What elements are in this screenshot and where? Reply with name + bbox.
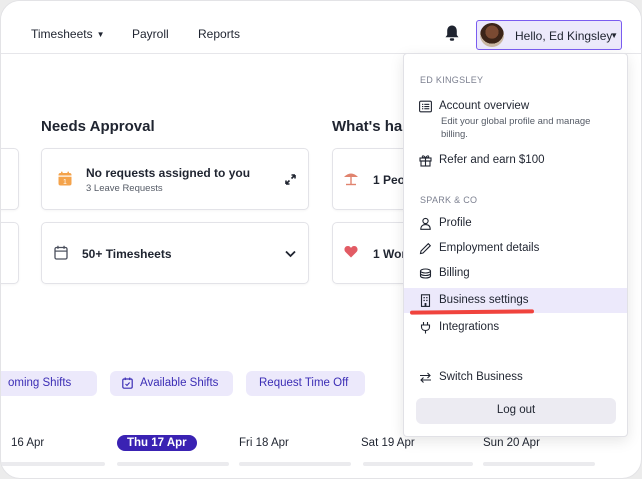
list-icon <box>419 100 432 113</box>
user-dropdown-menu: ED KINGSLEY Account overview Edit your g… <box>403 53 628 437</box>
request-time-off-button[interactable]: Request Time Off <box>246 371 365 396</box>
top-navigation: Timesheets ▼ Payroll Reports Hello, Ed Ki… <box>1 1 641 54</box>
chevron-down-icon[interactable] <box>285 250 296 258</box>
plug-icon <box>420 322 431 334</box>
card-title: No requests assigned to you <box>86 166 251 180</box>
section-heading-account: ED KINGSLEY <box>420 75 484 85</box>
card-partial-left <box>1 222 19 284</box>
menu-item-refer[interactable]: Refer and earn $100 <box>404 150 627 172</box>
svg-text:1: 1 <box>63 179 67 186</box>
avatar <box>480 23 504 47</box>
card-title: 50+ Timesheets <box>82 247 172 261</box>
day-column-bar <box>239 462 351 466</box>
needs-approval-title: Needs Approval <box>41 118 155 135</box>
nav-timesheets[interactable]: Timesheets ▼ <box>31 27 105 41</box>
menu-item-switch-business[interactable]: Switch Business <box>404 367 627 389</box>
coins-icon <box>419 268 432 279</box>
menu-item-integrations[interactable]: Integrations <box>404 317 627 339</box>
logout-button[interactable]: Log out <box>416 398 616 424</box>
day-label: Sun 20 Apr <box>483 437 540 449</box>
calendar-icon <box>54 245 68 260</box>
approval-card-timesheets[interactable]: 50+ Timesheets <box>41 222 309 284</box>
menu-item-employment-details[interactable]: Employment details <box>404 238 627 260</box>
day-column-bar <box>483 462 595 466</box>
menu-item-label: Switch Business <box>439 371 523 383</box>
day-label-selected[interactable]: Thu 17 Apr <box>117 435 197 451</box>
available-shifts-label: Available Shifts <box>140 377 219 389</box>
person-icon <box>420 217 431 230</box>
heart-icon <box>344 246 358 258</box>
beach-umbrella-icon <box>344 173 358 186</box>
menu-item-label: Business settings <box>439 294 529 306</box>
app-window: Timesheets ▼ Payroll Reports Hello, Ed Ki… <box>0 0 642 479</box>
menu-item-profile[interactable]: Profile <box>404 213 627 235</box>
menu-item-label: Billing <box>439 267 470 279</box>
expand-icon[interactable] <box>285 174 296 185</box>
section-heading-business: SPARK & CO <box>420 195 478 205</box>
bell-icon[interactable] <box>443 24 461 42</box>
menu-item-label: Account overview <box>439 100 530 112</box>
caret-down-icon: ▼ <box>610 31 618 40</box>
swap-arrows-icon <box>420 372 431 383</box>
calendar-icon <box>122 377 133 389</box>
day-label: Fri 18 Apr <box>239 437 289 449</box>
menu-item-billing[interactable]: Billing <box>404 263 627 285</box>
approval-card-requests[interactable]: 1 No requests assigned to you 3 Leave Re… <box>41 148 309 210</box>
calendar-icon: 1 <box>58 171 72 186</box>
gift-icon <box>419 155 432 167</box>
user-menu-button[interactable]: Hello, Ed Kingsley ▼ <box>476 20 622 50</box>
menu-item-label: Employment details <box>439 242 540 254</box>
menu-item-label: Integrations <box>439 321 500 333</box>
nav-timesheets-label: Timesheets <box>31 27 93 41</box>
day-column-bar <box>363 462 473 466</box>
nav-payroll[interactable]: Payroll <box>132 27 169 41</box>
menu-item-label: Refer and earn $100 <box>439 154 545 166</box>
card-partial-left <box>1 148 19 210</box>
building-icon <box>420 294 431 307</box>
day-column-bar <box>1 462 105 466</box>
whats-happening-title: What's hap <box>332 118 412 135</box>
account-overview-description: Edit your global profile and manage bill… <box>441 116 591 140</box>
caret-down-icon: ▼ <box>96 30 105 39</box>
user-greeting: Hello, Ed Kingsley <box>515 29 613 43</box>
upcoming-shifts-button[interactable]: oming Shifts <box>1 371 97 396</box>
menu-item-label: Profile <box>439 217 472 229</box>
pencil-icon <box>419 242 432 255</box>
card-title: 1 Wor <box>373 247 407 261</box>
available-shifts-button[interactable]: Available Shifts <box>110 371 233 396</box>
day-label: Sat 19 Apr <box>361 437 415 449</box>
nav-reports[interactable]: Reports <box>198 27 240 41</box>
day-label: 16 Apr <box>11 437 45 449</box>
day-column-bar <box>117 462 229 466</box>
card-subtitle: 3 Leave Requests <box>86 183 163 194</box>
